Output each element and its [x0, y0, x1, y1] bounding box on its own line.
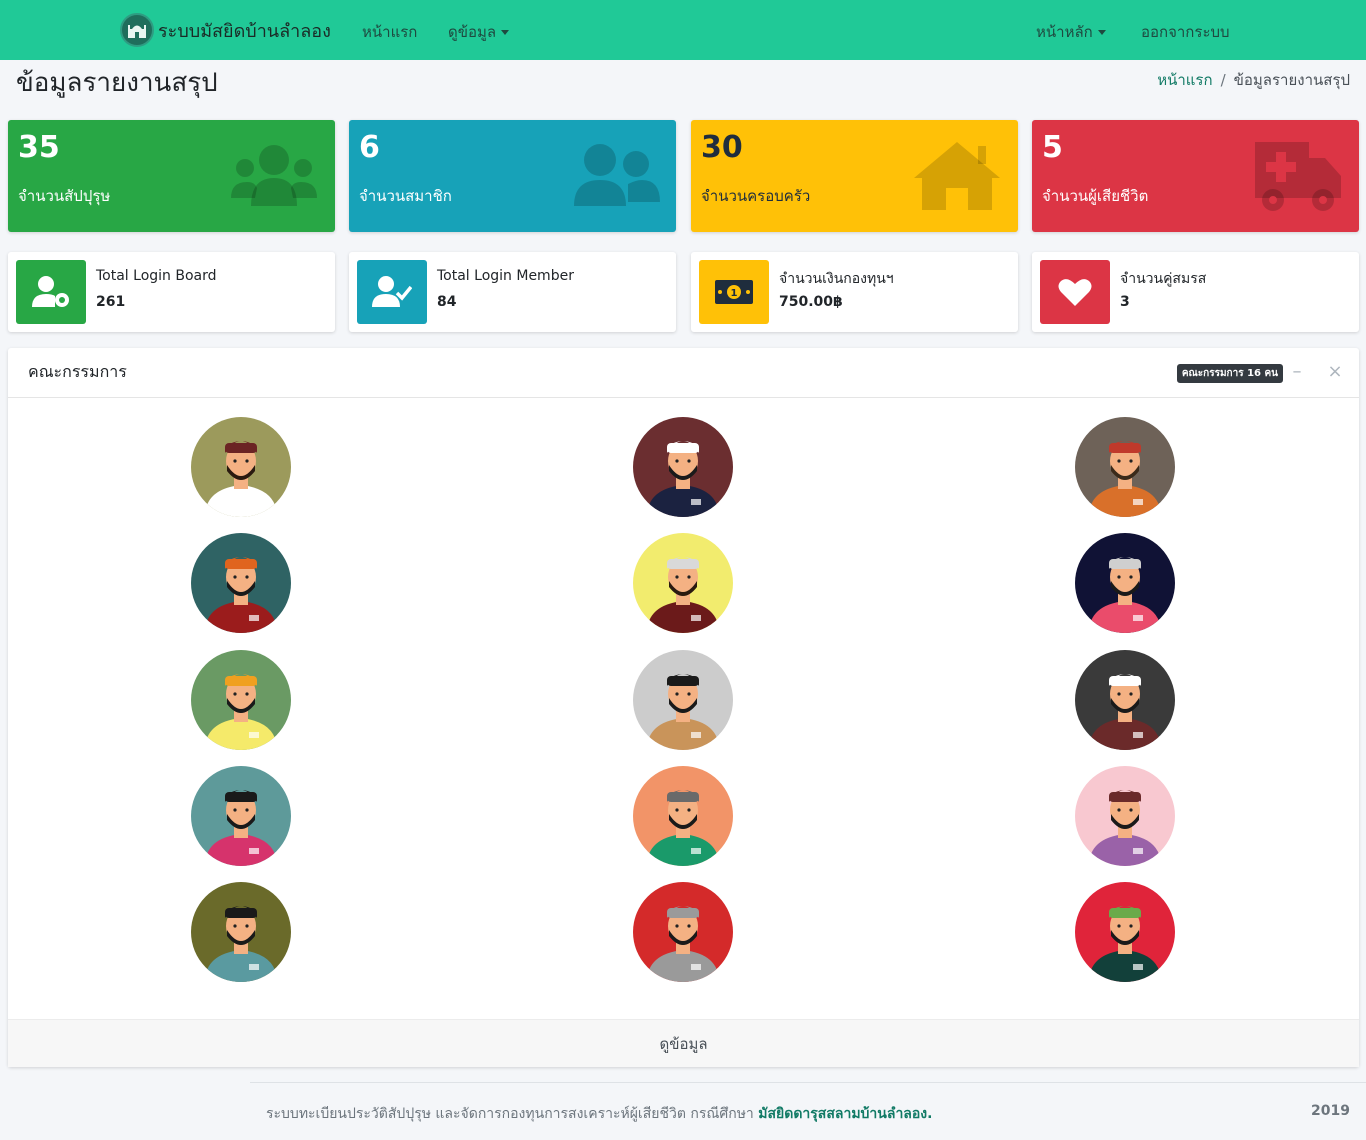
chevron-down-icon	[501, 29, 510, 35]
info-value: 3	[1120, 294, 1130, 310]
committee-member-avatar[interactable]	[1075, 533, 1175, 633]
committee-member-avatar[interactable]	[633, 650, 733, 750]
nav-home-label: หน้าแรก	[362, 23, 418, 41]
stat-box-registered-members[interactable]: 6 จำนวนสมาชิก	[349, 120, 676, 232]
stat-value: 30	[701, 130, 743, 165]
committee-count-badge: คณะกรรมการ 16 คน	[1176, 364, 1283, 383]
stat-box-members-count[interactable]: 35 จำนวนสัปปุรุษ	[8, 120, 335, 232]
footer-text: ระบบทะเบียนประวัติสัปปุรุษ และจัดการกองท…	[266, 1103, 932, 1125]
info-value: 750.00฿	[779, 294, 843, 310]
nav-main-dropdown[interactable]: หน้าหลัก	[1036, 20, 1106, 44]
stat-value: 35	[18, 130, 60, 165]
close-icon: ×	[1327, 361, 1343, 382]
card-title: คณะกรรมการ	[28, 362, 127, 381]
info-label: Total Login Member	[437, 268, 574, 284]
chevron-down-icon	[1097, 29, 1106, 35]
top-navbar: ระบบมัสยิดบ้านลำลอง หน้าแรก ดูข้อมูล หน้…	[0, 0, 1366, 60]
ambulance-icon	[1255, 142, 1341, 211]
info-box-login-board[interactable]: Total Login Board 261	[8, 252, 335, 332]
committee-member-avatar[interactable]	[633, 766, 733, 866]
committee-member-avatar[interactable]	[191, 882, 291, 982]
committee-member-avatar[interactable]	[191, 650, 291, 750]
breadcrumb-home-link[interactable]: หน้าแรก	[1157, 68, 1212, 92]
committee-member-avatar[interactable]	[1075, 417, 1175, 517]
mosque-logo-icon	[120, 13, 154, 47]
stat-label: จำนวนผู้เสียชีวิต	[1042, 187, 1149, 205]
footer-mosque-link[interactable]: มัสยิดดารุสสลามบ้านลำลอง.	[758, 1106, 932, 1122]
heart-icon	[1040, 260, 1110, 324]
money-bill-icon: 1	[699, 260, 769, 324]
nav-home-link[interactable]: หน้าแรก	[362, 20, 417, 44]
user-cog-icon	[16, 260, 86, 324]
committee-member-avatar[interactable]	[191, 766, 291, 866]
committee-member-avatar[interactable]	[1075, 882, 1175, 982]
nav-logout-label: ออกจากระบบ	[1141, 23, 1230, 41]
stat-label: จำนวนสัปปุรุษ	[18, 187, 111, 205]
info-label: จำนวนเงินกองทุนฯ	[779, 271, 894, 287]
info-box-login-member[interactable]: Total Login Member 84	[349, 252, 676, 332]
committee-member-avatar[interactable]	[191, 533, 291, 633]
brand[interactable]: ระบบมัสยิดบ้านลำลอง	[120, 12, 331, 48]
minus-icon: –	[1292, 361, 1302, 382]
info-label: จำนวนคู่สมรส	[1120, 271, 1207, 287]
committee-member-avatar[interactable]	[191, 417, 291, 517]
stat-box-families[interactable]: 30 จำนวนครอบครัว	[691, 120, 1018, 232]
user-check-icon	[357, 260, 427, 324]
view-data-link[interactable]: ดูข้อมูล	[8, 1019, 1359, 1067]
info-box-spouses[interactable]: จำนวนคู่สมรส 3	[1032, 252, 1359, 332]
card-header: คณะกรรมการ คณะกรรมการ 16 คน – ×	[8, 348, 1359, 398]
stat-label: จำนวนสมาชิก	[359, 187, 452, 205]
info-value: 261	[96, 294, 126, 310]
nav-main-label: หน้าหลัก	[1036, 23, 1093, 41]
info-box-fund[interactable]: 1 จำนวนเงินกองทุนฯ 750.00฿	[691, 252, 1018, 332]
committee-member-avatar[interactable]	[1075, 766, 1175, 866]
info-value: 84	[437, 294, 457, 310]
page-title: ข้อมูลรายงานสรุป	[16, 68, 218, 98]
footer-year: 2019	[1311, 1103, 1350, 1119]
users-icon	[231, 145, 317, 206]
breadcrumb-current: ข้อมูลรายงานสรุป	[1233, 71, 1350, 89]
committee-member-avatar[interactable]	[633, 882, 733, 982]
stat-value: 5	[1042, 130, 1063, 165]
user-friends-icon	[574, 144, 660, 206]
nav-logout-link[interactable]: ออกจากระบบ	[1141, 20, 1230, 44]
stat-label: จำนวนครอบครัว	[701, 187, 811, 205]
committee-member-avatar[interactable]	[633, 417, 733, 517]
breadcrumb-separator: /	[1220, 71, 1226, 89]
info-label: Total Login Board	[96, 268, 217, 284]
svg-text:1: 1	[731, 288, 738, 299]
nav-view-data-dropdown[interactable]: ดูข้อมูล	[448, 20, 510, 44]
collapse-button[interactable]: –	[1287, 362, 1307, 382]
footer-divider	[250, 1082, 1366, 1083]
committee-member-avatar[interactable]	[1075, 650, 1175, 750]
close-button[interactable]: ×	[1325, 362, 1345, 382]
nav-view-data-label: ดูข้อมูล	[448, 23, 497, 41]
committee-member-avatar[interactable]	[633, 533, 733, 633]
brand-title: ระบบมัสยิดบ้านลำลอง	[158, 20, 331, 42]
breadcrumb: หน้าแรก / ข้อมูลรายงานสรุป	[1157, 68, 1350, 92]
committee-card: คณะกรรมการ คณะกรรมการ 16 คน – × ดูข้อมูล	[8, 348, 1359, 1067]
home-icon	[914, 142, 1000, 210]
stat-value: 6	[359, 130, 380, 165]
footer-description: ระบบทะเบียนประวัติสัปปุรุษ และจัดการกองท…	[266, 1106, 759, 1122]
stat-box-deceased[interactable]: 5 จำนวนผู้เสียชีวิต	[1032, 120, 1359, 232]
